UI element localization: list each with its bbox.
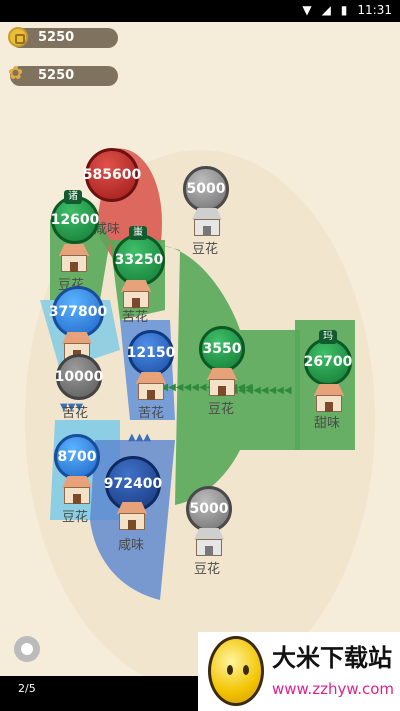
node-blue-1[interactable]: 377800 <box>49 286 107 338</box>
town-label: 豆花 <box>192 242 219 257</box>
town-label: 豆花 <box>62 510 89 525</box>
town-label: 苦花 <box>122 310 149 325</box>
town-label: 苦花 <box>62 406 89 421</box>
town-icon <box>55 244 93 274</box>
town-label: 甜味 <box>314 416 341 431</box>
town-label: 豆花 <box>194 562 221 577</box>
node-gray-3[interactable]: 5000 <box>186 486 232 532</box>
town-icon <box>188 208 226 238</box>
watermark-title: 大米下载站 <box>272 644 392 672</box>
town-icon <box>113 502 151 532</box>
owner-tag: 玛 <box>319 330 337 344</box>
town-label: 苦花 <box>138 406 165 421</box>
owner-tag: 诸 <box>64 190 82 204</box>
arrow-trail-3: ▲▲▲ <box>128 432 151 443</box>
town-icon <box>310 384 348 414</box>
town-icon <box>132 372 170 402</box>
node-red[interactable]: 585600 <box>83 148 141 202</box>
watermark-logo <box>208 636 264 706</box>
town-icon <box>58 476 96 506</box>
node-blue-3[interactable]: 8700 <box>54 434 100 480</box>
watermark: 大米下载站 www.zzhyw.com <box>198 632 400 711</box>
node-gray-2[interactable]: 5000 <box>183 166 229 212</box>
node-gray-1[interactable]: 10000 <box>55 354 103 400</box>
logo-eye-left <box>227 665 233 675</box>
owner-tag: 蚩 <box>129 226 147 240</box>
page-indicator: 2/5 <box>18 682 36 695</box>
town-icon <box>203 368 241 398</box>
node-green-3[interactable]: 3550 <box>199 326 245 372</box>
logo-eye-right <box>243 665 249 675</box>
watermark-url: www.zzhyw.com <box>272 680 395 698</box>
town-icon <box>190 528 228 558</box>
home-button[interactable] <box>14 636 40 662</box>
town-label: 豆花 <box>208 402 235 417</box>
node-green-4[interactable]: 26700 <box>304 338 352 386</box>
node-blue-2[interactable]: 12150 <box>127 330 175 376</box>
node-green-2[interactable]: 33250 <box>113 234 165 286</box>
town-label: 咸味 <box>118 538 145 553</box>
